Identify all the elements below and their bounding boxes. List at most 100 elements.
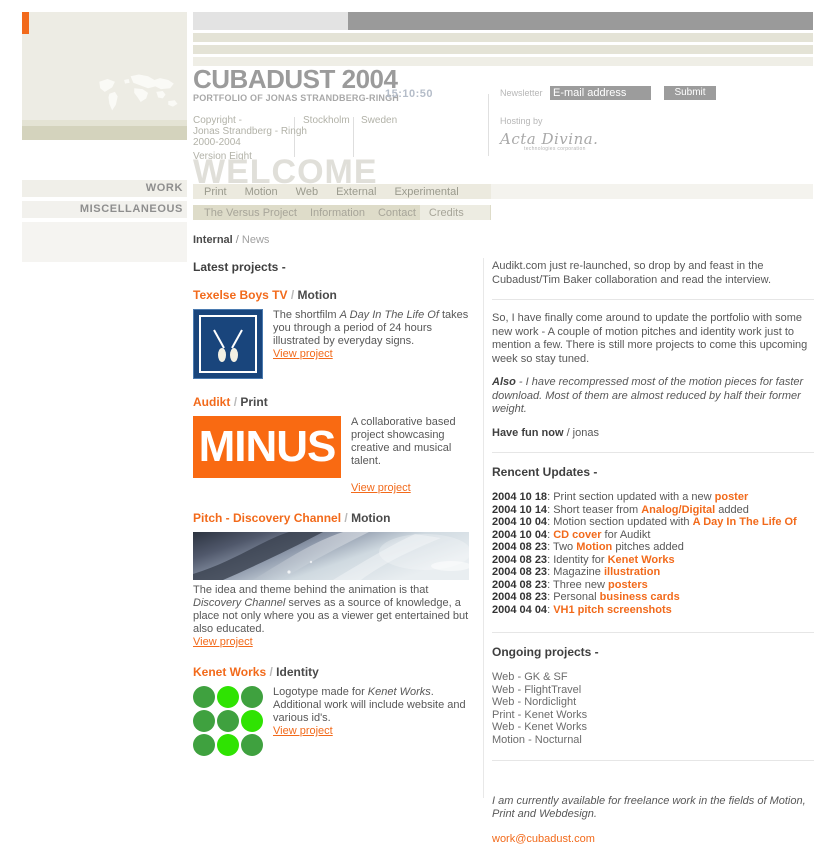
project-desc-before: Logotype made for xyxy=(273,686,368,698)
news-column: Audikt.com just re-launched, so drop by … xyxy=(492,260,814,845)
top-bar-light-segment xyxy=(193,12,348,30)
breadcrumb-root[interactable]: Internal xyxy=(193,234,233,246)
update-date: 2004 08 23 xyxy=(492,541,548,553)
project-category: Print xyxy=(240,395,268,409)
project-name[interactable]: Texelse Boys TV xyxy=(193,288,288,302)
sidebar-item-work[interactable]: WORK xyxy=(22,180,187,197)
newsletter-submit-button[interactable]: Submit xyxy=(664,86,716,100)
primary-nav-items: Print Motion Web External Experimental xyxy=(193,184,477,199)
update-highlight[interactable]: illustration xyxy=(604,566,660,578)
project-desc-before: A collaborative based project showcasing… xyxy=(351,416,456,467)
update-before: Short teaser from xyxy=(553,503,642,516)
discovery-channel-still-image[interactable] xyxy=(193,532,469,580)
meta-divider-2 xyxy=(353,117,354,157)
project-row: Logotype made for Kenet Works. Additiona… xyxy=(193,686,478,756)
project-name[interactable]: Audikt xyxy=(193,395,230,409)
project-title: Texelse Boys TV / Motion xyxy=(193,288,478,302)
newsletter-email-input[interactable] xyxy=(550,86,651,100)
news-signoff-bold: Have fun now xyxy=(492,426,564,439)
update-highlight[interactable]: A Day In The Life Of xyxy=(693,516,797,528)
news-also-label: Also xyxy=(492,376,516,388)
decorative-top-bars xyxy=(193,12,813,66)
update-highlight[interactable]: VH1 pitch screenshots xyxy=(553,604,672,616)
update-row: 2004 10 04: Motion section updated with … xyxy=(492,516,797,528)
project-title: Pitch - Discovery Channel / Motion xyxy=(193,511,478,525)
minus-banner-image[interactable]: MINUS xyxy=(193,416,341,478)
top-band-1 xyxy=(193,33,813,42)
nav-item-web[interactable]: Web xyxy=(296,186,318,198)
host-logo[interactable]: Acta Divina. technologies corporation xyxy=(500,130,810,152)
nav-item-motion[interactable]: Motion xyxy=(245,186,278,198)
secondary-nav-items: The Versus Project Information Contact C… xyxy=(193,205,477,220)
copyright-block: Copyright - Jonas Strandberg - Ringh 200… xyxy=(193,115,313,148)
update-date: 2004 10 18 xyxy=(492,491,548,503)
view-project-link[interactable]: View project xyxy=(351,482,411,495)
view-project-link[interactable]: View project xyxy=(273,725,333,738)
ongoing-item: Web - GK & SF xyxy=(492,671,568,683)
project-row: MINUS A collaborative based project show… xyxy=(193,416,478,495)
sidebar-empty-panel xyxy=(22,222,187,262)
project-desc-italic: Kenet Works xyxy=(367,686,431,698)
latest-projects-heading: Latest projects - xyxy=(193,260,286,274)
updates-list: 2004 10 18: Print section updated with a… xyxy=(492,491,814,616)
update-after: for Audikt xyxy=(601,528,651,541)
update-before: Magazine xyxy=(553,566,604,578)
project-desc-before: The shortfilm xyxy=(273,309,340,321)
sidebar-item-miscellaneous[interactable]: MISCELLANEOUS xyxy=(22,201,187,218)
project-description: Logotype made for Kenet Works. Additiona… xyxy=(273,686,478,756)
updates-heading: Rencent Updates - xyxy=(492,465,598,479)
update-highlight[interactable]: Kenet Works xyxy=(608,554,675,566)
kenet-works-dots-logo[interactable] xyxy=(193,686,263,756)
update-highlight[interactable]: CD cover xyxy=(553,529,601,541)
world-map-icon xyxy=(99,74,178,111)
update-highlight[interactable]: business cards xyxy=(600,591,680,603)
update-row: 2004 08 23: Three new posters xyxy=(492,578,648,591)
texelse-logo-icon[interactable] xyxy=(193,309,263,379)
nav-item-external[interactable]: External xyxy=(336,186,376,198)
project-category: Motion xyxy=(351,511,391,525)
logo-dot xyxy=(217,734,239,756)
primary-nav-bar-filler xyxy=(491,184,813,199)
update-row: 2004 08 23: Two Motion pitches added xyxy=(492,541,684,553)
ongoing-item: Motion - Nocturnal xyxy=(492,733,582,746)
nav-item-experimental[interactable]: Experimental xyxy=(394,186,458,198)
project-desc-before: The idea and theme behind the animation … xyxy=(193,584,429,596)
update-highlight[interactable]: Analog/Digital xyxy=(641,504,715,516)
hosting-label: Hosting by xyxy=(500,116,543,126)
nav-item-contact[interactable]: Contact xyxy=(378,207,416,219)
update-highlight[interactable]: poster xyxy=(715,491,749,503)
update-highlight[interactable]: Motion xyxy=(576,541,612,553)
project-row: The shortfilm A Day In The Life Of takes… xyxy=(193,309,478,379)
project-name[interactable]: Pitch - Discovery Channel xyxy=(193,511,341,525)
logo-dot xyxy=(193,710,215,732)
update-highlight[interactable]: posters xyxy=(608,579,648,591)
update-before: Three new xyxy=(552,578,609,591)
host-logo-tagline: technologies corporation xyxy=(524,146,586,152)
update-date: 2004 08 23 xyxy=(492,566,548,578)
copyright-line-1: Copyright - xyxy=(193,115,242,126)
view-project-link[interactable]: View project xyxy=(193,636,253,649)
top-bar-row xyxy=(193,12,813,30)
breadcrumb: Internal / News xyxy=(193,234,269,246)
breadcrumb-separator: / xyxy=(235,234,239,246)
contact-email-link[interactable]: work@cubadust.com xyxy=(492,833,814,845)
country-label: Sweden xyxy=(361,115,398,126)
update-before: Identity for xyxy=(553,553,608,566)
nav-item-credits[interactable]: Credits xyxy=(429,207,464,219)
latest-projects-column: Latest projects - Texelse Boys TV / Moti… xyxy=(193,260,478,772)
logo-dot xyxy=(217,686,239,708)
project-slash: / xyxy=(290,288,295,302)
sidebar-links: WORK MISCELLANEOUS xyxy=(22,180,187,262)
nav-item-the-versus-project[interactable]: The Versus Project xyxy=(204,207,297,219)
news-also-text: - I have recompressed most of the motion… xyxy=(492,376,804,415)
news-divider xyxy=(492,299,814,300)
copyright-line-2: Jonas Strandberg - Ringh xyxy=(193,126,307,137)
footer-divider xyxy=(492,760,814,761)
nav-item-information[interactable]: Information xyxy=(310,207,365,219)
update-after: pitches added xyxy=(612,541,684,553)
project-name[interactable]: Kenet Works xyxy=(193,665,266,679)
project-desc-italic: A Day In The Life Of xyxy=(339,309,439,321)
view-project-link[interactable]: View project xyxy=(273,348,333,361)
update-row: 2004 08 23: Identity for Kenet Works xyxy=(492,553,675,566)
nav-item-print[interactable]: Print xyxy=(204,186,227,198)
